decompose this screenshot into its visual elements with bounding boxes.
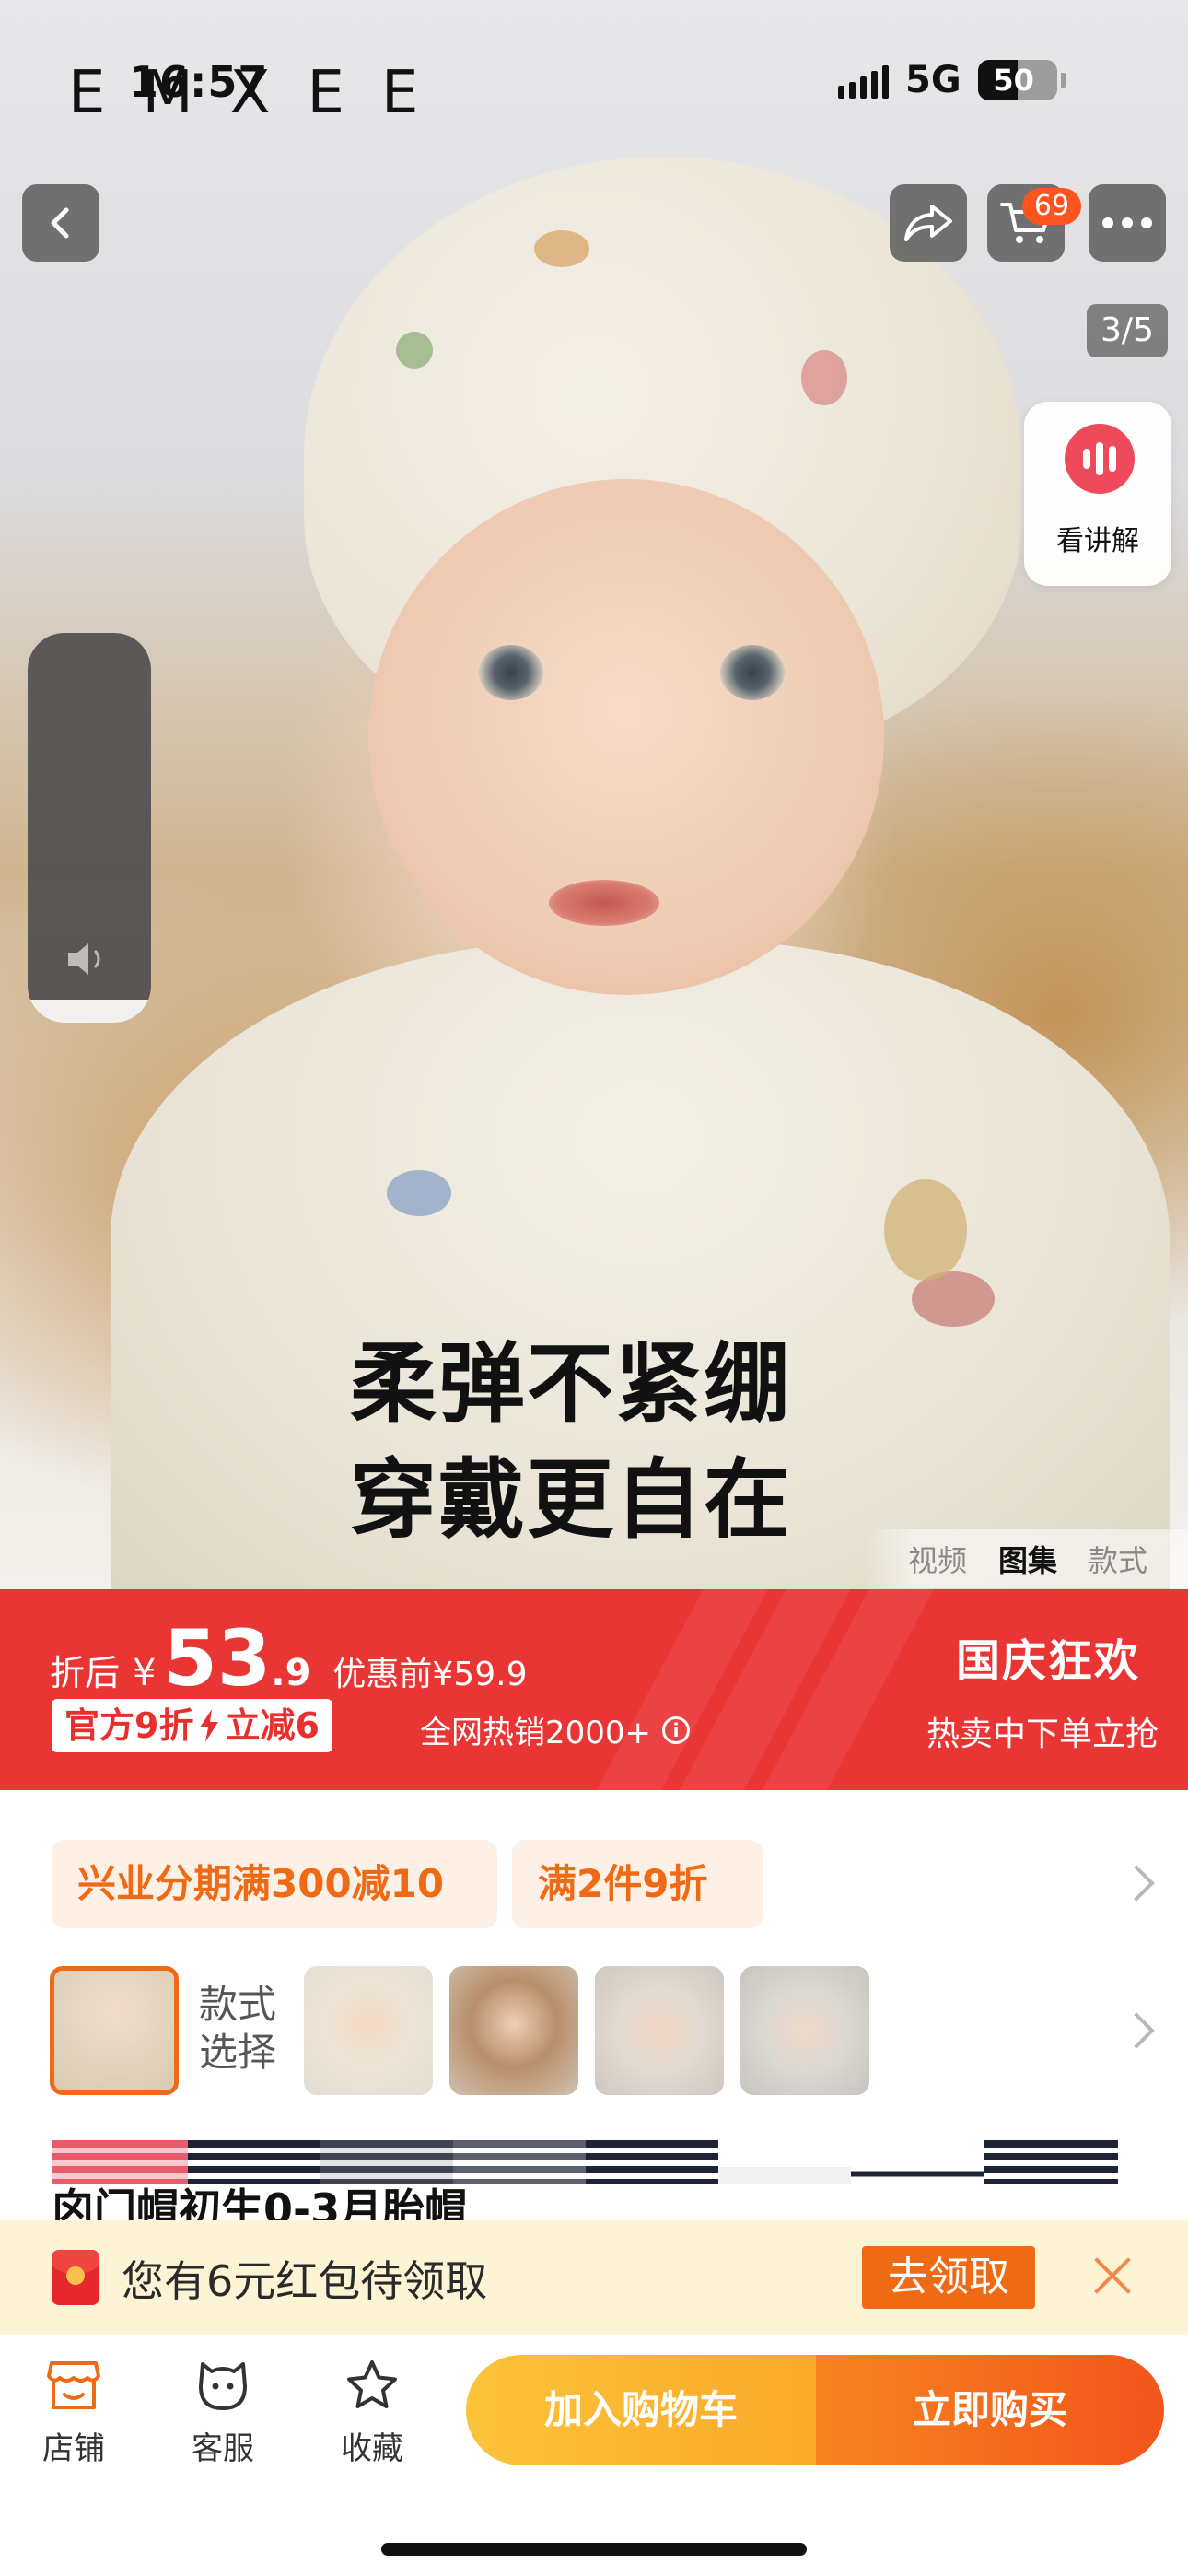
price-integer: 53 — [163, 1613, 272, 1704]
favorite-label: 收藏 — [341, 2430, 403, 2467]
coupon-multi-buy[interactable]: 满2件9折 — [512, 1840, 763, 1928]
volume-slider[interactable] — [28, 633, 151, 1023]
thumb-image — [449, 1966, 578, 2095]
red-packet-text: 您有6元红包待领取 — [122, 2256, 488, 2306]
volume-level-fill — [28, 999, 151, 1023]
store-icon — [47, 2361, 100, 2409]
promo-discount: 官方9折 — [64, 1705, 194, 1746]
style-thumb-selected[interactable] — [50, 1966, 179, 2095]
share-arrow-icon — [904, 205, 952, 241]
strip-segment — [453, 2140, 586, 2184]
network-type: 5G — [905, 59, 961, 101]
add-to-cart-button[interactable]: 加入购物车 — [466, 2355, 816, 2465]
chevron-left-icon — [51, 207, 69, 239]
strip-segment — [586, 2140, 718, 2184]
service-icon — [199, 2362, 247, 2410]
info-icon: i — [662, 1715, 691, 1744]
close-icon[interactable] — [1092, 2255, 1133, 2296]
cart-count-badge: 69 — [1022, 188, 1081, 225]
print-motif — [534, 230, 589, 267]
red-packet-icon — [52, 2250, 99, 2305]
caption-line-1: 柔弹不紧绷 — [350, 1334, 793, 1434]
home-indicator[interactable] — [381, 2543, 807, 2556]
price-decimal: .9 — [271, 1652, 311, 1694]
signal-icon — [838, 62, 889, 99]
baby-eye-left — [479, 645, 543, 700]
strip-segment — [984, 2140, 1118, 2184]
print-motif — [801, 350, 847, 405]
chevron-right-icon[interactable] — [1118, 2012, 1155, 2049]
store-button[interactable]: 店铺 — [18, 2353, 129, 2468]
favorite-button[interactable]: 收藏 — [317, 2353, 427, 2468]
baby-mouth — [549, 880, 659, 926]
back-button[interactable] — [22, 184, 99, 262]
lightning-icon — [200, 1709, 219, 1742]
status-time: 16:57 — [129, 57, 269, 107]
style-thumb[interactable] — [304, 1966, 433, 2095]
baby-eye-right — [720, 645, 785, 700]
product-image-gallery[interactable]: EMXEE 16:57 5G 50 69 3/5 看讲解 柔弹不紧绷 穿戴更自在… — [0, 0, 1188, 1589]
thumb-image — [54, 1971, 174, 2090]
share-button[interactable] — [890, 184, 967, 262]
hot-sales[interactable]: 全网热销2000+ i — [420, 1707, 691, 1752]
price-label: 折后 — [50, 1653, 121, 1693]
service-label: 客服 — [192, 2430, 254, 2467]
price-banner: 折后 ¥ 53 .9 优惠前¥59.9 官方9折 立减6 全网热销2000+ i… — [0, 1589, 1188, 1790]
coupon-installment[interactable]: 兴业分期满300减10 — [52, 1840, 497, 1928]
style-thumb[interactable] — [740, 1966, 869, 2095]
price-currency: ¥ — [133, 1652, 157, 1694]
image-page-indicator: 3/5 — [1087, 304, 1168, 357]
chevron-right-icon[interactable] — [1118, 1865, 1155, 1902]
style-label-line2: 选择 — [199, 2030, 277, 2075]
thumb-image — [304, 1966, 433, 2095]
claim-button[interactable]: 去领取 — [862, 2246, 1035, 2309]
audio-bars-icon — [1065, 424, 1135, 494]
caption-line-2: 穿戴更自在 — [350, 1450, 793, 1551]
print-motif — [396, 332, 433, 369]
strip-segment — [718, 2140, 851, 2184]
price-line: 折后 ¥ 53 .9 优惠前¥59.9 — [50, 1613, 527, 1704]
status-indicators: 5G 50 — [838, 59, 1066, 101]
more-button[interactable] — [1089, 184, 1166, 262]
service-button[interactable]: 客服 — [168, 2353, 278, 2468]
print-motif — [387, 1170, 451, 1216]
promo-reduction: 立减6 — [225, 1705, 320, 1746]
thumb-image — [595, 1966, 724, 2095]
style-thumb[interactable] — [595, 1966, 724, 2095]
more-dots-icon — [1102, 217, 1152, 228]
battery-tip — [1060, 73, 1066, 88]
buy-now-button[interactable]: 立即购买 — [816, 2355, 1164, 2465]
print-motif — [884, 1179, 967, 1281]
tab-gallery[interactable]: 图集 — [998, 1538, 1057, 1580]
explain-button[interactable]: 看讲解 — [1024, 402, 1171, 586]
sales-count: 全网热销2000+ — [420, 1715, 652, 1751]
bottom-action-bar: 店铺 客服 收藏 加入购物车 立即购买 — [0, 2335, 1188, 2576]
product-title: 囟门帽初生0-3月胎帽 — [52, 2184, 468, 2220]
store-label: 店铺 — [42, 2430, 105, 2467]
tab-styles[interactable]: 款式 — [1089, 1538, 1147, 1580]
media-tabs: 视频 图集 款式 — [866, 1529, 1188, 1588]
event-title: 国庆狂欢 — [955, 1635, 1140, 1687]
explain-label: 看讲解 — [1056, 525, 1139, 557]
speaker-icon — [68, 943, 100, 975]
event-subtitle: 热卖中下单立抢 — [926, 1715, 1159, 1753]
star-icon — [347, 2360, 397, 2408]
original-price: 优惠前¥59.9 — [332, 1656, 528, 1693]
strip-segment — [851, 2140, 984, 2184]
red-packet-bar: 您有6元红包待领取 去领取 — [0, 2220, 1188, 2335]
tab-video[interactable]: 视频 — [908, 1538, 967, 1580]
style-label-line1: 款式 — [199, 1982, 277, 2027]
official-discount-tag: 官方9折 立减6 — [52, 1699, 332, 1752]
hero-caption: 柔弹不紧绷 穿戴更自在 — [350, 1327, 847, 1559]
battery-level: 50 — [993, 63, 1034, 98]
thumb-image — [740, 1966, 869, 2095]
style-thumb[interactable] — [449, 1966, 578, 2095]
battery-icon: 50 — [977, 60, 1057, 100]
style-select-label[interactable]: 款式 选择 — [199, 1981, 287, 2077]
